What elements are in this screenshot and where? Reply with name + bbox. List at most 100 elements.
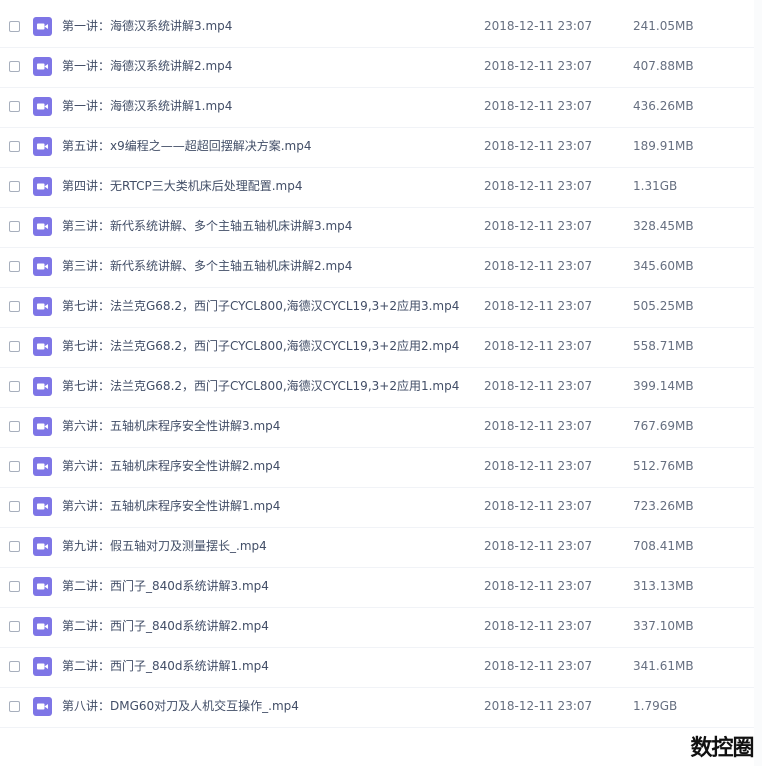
- file-modified-date: 2018-12-11 23:07: [484, 499, 593, 513]
- file-modified-date: 2018-12-11 23:07: [484, 539, 593, 553]
- file-modified-date: 2018-12-11 23:07: [484, 179, 593, 193]
- file-row[interactable]: 第六讲：五轴机床程序安全性讲解3.mp4 2018-12-11 23:07 767.…: [0, 408, 762, 448]
- file-modified-date: 2018-12-11 23:07: [484, 59, 593, 73]
- file-modified-date: 2018-12-11 23:07: [484, 699, 593, 713]
- file-size: 313.13MB: [633, 579, 694, 593]
- file-modified-date: 2018-12-11 23:07: [484, 659, 593, 673]
- video-file-icon: [33, 137, 52, 156]
- file-modified-date: 2018-12-11 23:07: [484, 419, 593, 433]
- file-name[interactable]: 第二讲：西门子_840d系统讲解1.mp4: [62, 658, 269, 675]
- file-row[interactable]: 第七讲：法兰克G68.2，西门子CYCL800,海德汉CYCL19,3+2应用2…: [0, 328, 762, 368]
- file-name[interactable]: 第二讲：西门子_840d系统讲解2.mp4: [62, 618, 269, 635]
- file-name[interactable]: 第七讲：法兰克G68.2，西门子CYCL800,海德汉CYCL19,3+2应用2…: [62, 338, 459, 355]
- file-modified-date: 2018-12-11 23:07: [484, 379, 593, 393]
- video-file-icon: [33, 17, 52, 36]
- file-size: 708.41MB: [633, 539, 694, 553]
- file-select-checkbox[interactable]: [9, 461, 20, 472]
- file-size: 723.26MB: [633, 499, 694, 513]
- video-file-icon: [33, 657, 52, 676]
- file-row[interactable]: 第三讲：新代系统讲解、多个主轴五轴机床讲解2.mp4 2018-12-11 23:…: [0, 248, 762, 288]
- file-name[interactable]: 第九讲：假五轴对刀及测量摆长_.mp4: [62, 538, 267, 555]
- file-modified-date: 2018-12-11 23:07: [484, 459, 593, 473]
- file-name[interactable]: 第三讲：新代系统讲解、多个主轴五轴机床讲解3.mp4: [62, 218, 352, 235]
- file-size: 241.05MB: [633, 19, 694, 33]
- video-file-icon: [33, 177, 52, 196]
- file-name[interactable]: 第七讲：法兰克G68.2，西门子CYCL800,海德汉CYCL19,3+2应用3…: [62, 298, 459, 315]
- file-row[interactable]: 第七讲：法兰克G68.2，西门子CYCL800,海德汉CYCL19,3+2应用3…: [0, 288, 762, 328]
- video-file-icon: [33, 257, 52, 276]
- file-size: 767.69MB: [633, 419, 694, 433]
- video-file-icon: [33, 57, 52, 76]
- file-row[interactable]: 第二讲：西门子_840d系统讲解2.mp4 2018-12-11 23:07 337…: [0, 608, 762, 648]
- video-file-icon: [33, 497, 52, 516]
- video-file-icon: [33, 337, 52, 356]
- file-name[interactable]: 第三讲：新代系统讲解、多个主轴五轴机床讲解2.mp4: [62, 258, 352, 275]
- file-row[interactable]: 第八讲：DMG60对刀及人机交互操作_.mp4 2018-12-11 23:07 1…: [0, 688, 762, 728]
- file-size: 328.45MB: [633, 219, 694, 233]
- file-select-checkbox[interactable]: [9, 341, 20, 352]
- file-name[interactable]: 第八讲：DMG60对刀及人机交互操作_.mp4: [62, 698, 299, 715]
- file-size: 558.71MB: [633, 339, 694, 353]
- file-row[interactable]: 第三讲：新代系统讲解、多个主轴五轴机床讲解3.mp4 2018-12-11 23:…: [0, 208, 762, 248]
- scrollbar-track[interactable]: [754, 0, 762, 766]
- file-select-checkbox[interactable]: [9, 181, 20, 192]
- file-row[interactable]: 第二讲：西门子_840d系统讲解1.mp4 2018-12-11 23:07 341…: [0, 648, 762, 688]
- file-row[interactable]: 第五讲：x9编程之——超超回摆解决方案.mp4 2018-12-11 23:07 1…: [0, 128, 762, 168]
- row-divider: [0, 727, 762, 728]
- file-name[interactable]: 第二讲：西门子_840d系统讲解3.mp4: [62, 578, 269, 595]
- file-select-checkbox[interactable]: [9, 581, 20, 592]
- file-modified-date: 2018-12-11 23:07: [484, 19, 593, 33]
- file-name[interactable]: 第一讲：海德汉系统讲解2.mp4: [62, 58, 232, 75]
- file-select-checkbox[interactable]: [9, 381, 20, 392]
- file-name[interactable]: 第六讲：五轴机床程序安全性讲解2.mp4: [62, 458, 280, 475]
- file-select-checkbox[interactable]: [9, 421, 20, 432]
- file-name[interactable]: 第六讲：五轴机床程序安全性讲解3.mp4: [62, 418, 280, 435]
- file-size: 1.79GB: [633, 699, 678, 713]
- file-select-checkbox[interactable]: [9, 261, 20, 272]
- file-name[interactable]: 第四讲：无RTCP三大类机床后处理配置.mp4: [62, 178, 302, 195]
- video-file-icon: [33, 457, 52, 476]
- file-row[interactable]: 第七讲：法兰克G68.2，西门子CYCL800,海德汉CYCL19,3+2应用1…: [0, 368, 762, 408]
- file-select-checkbox[interactable]: [9, 621, 20, 632]
- file-select-checkbox[interactable]: [9, 541, 20, 552]
- file-name[interactable]: 第六讲：五轴机床程序安全性讲解1.mp4: [62, 498, 280, 515]
- file-select-checkbox[interactable]: [9, 701, 20, 712]
- file-row[interactable]: 第九讲：假五轴对刀及测量摆长_.mp4 2018-12-11 23:07 708.4…: [0, 528, 762, 568]
- file-name[interactable]: 第一讲：海德汉系统讲解3.mp4: [62, 18, 232, 35]
- file-size: 512.76MB: [633, 459, 694, 473]
- file-row[interactable]: 第六讲：五轴机床程序安全性讲解1.mp4 2018-12-11 23:07 723.…: [0, 488, 762, 528]
- file-size: 1.31GB: [633, 179, 678, 193]
- file-modified-date: 2018-12-11 23:07: [484, 339, 593, 353]
- file-name[interactable]: 第七讲：法兰克G68.2，西门子CYCL800,海德汉CYCL19,3+2应用1…: [62, 378, 459, 395]
- video-file-icon: [33, 537, 52, 556]
- file-size: 505.25MB: [633, 299, 694, 313]
- file-modified-date: 2018-12-11 23:07: [484, 259, 593, 273]
- file-name[interactable]: 第五讲：x9编程之——超超回摆解决方案.mp4: [62, 138, 312, 155]
- video-file-icon: [33, 217, 52, 236]
- file-size: 337.10MB: [633, 619, 694, 633]
- video-file-icon: [33, 417, 52, 436]
- file-modified-date: 2018-12-11 23:07: [484, 299, 593, 313]
- file-select-checkbox[interactable]: [9, 21, 20, 32]
- file-modified-date: 2018-12-11 23:07: [484, 219, 593, 233]
- file-size: 345.60MB: [633, 259, 694, 273]
- file-select-checkbox[interactable]: [9, 661, 20, 672]
- video-file-icon: [33, 377, 52, 396]
- file-row[interactable]: 第六讲：五轴机床程序安全性讲解2.mp4 2018-12-11 23:07 512.…: [0, 448, 762, 488]
- file-select-checkbox[interactable]: [9, 501, 20, 512]
- file-size: 399.14MB: [633, 379, 694, 393]
- file-modified-date: 2018-12-11 23:07: [484, 139, 593, 153]
- file-row[interactable]: 第一讲：海德汉系统讲解1.mp4 2018-12-11 23:07 436.26MB: [0, 88, 762, 128]
- file-row[interactable]: 第一讲：海德汉系统讲解3.mp4 2018-12-11 23:07 241.05MB: [0, 8, 762, 48]
- file-select-checkbox[interactable]: [9, 101, 20, 112]
- file-select-checkbox[interactable]: [9, 141, 20, 152]
- file-select-checkbox[interactable]: [9, 221, 20, 232]
- file-row[interactable]: 第二讲：西门子_840d系统讲解3.mp4 2018-12-11 23:07 313…: [0, 568, 762, 608]
- video-file-icon: [33, 97, 52, 116]
- file-select-checkbox[interactable]: [9, 61, 20, 72]
- file-select-checkbox[interactable]: [9, 301, 20, 312]
- file-name[interactable]: 第一讲：海德汉系统讲解1.mp4: [62, 98, 232, 115]
- file-row[interactable]: 第四讲：无RTCP三大类机床后处理配置.mp4 2018-12-11 23:07 1…: [0, 168, 762, 208]
- file-row[interactable]: 第一讲：海德汉系统讲解2.mp4 2018-12-11 23:07 407.88MB: [0, 48, 762, 88]
- watermark-logo: 数控圈: [690, 735, 754, 761]
